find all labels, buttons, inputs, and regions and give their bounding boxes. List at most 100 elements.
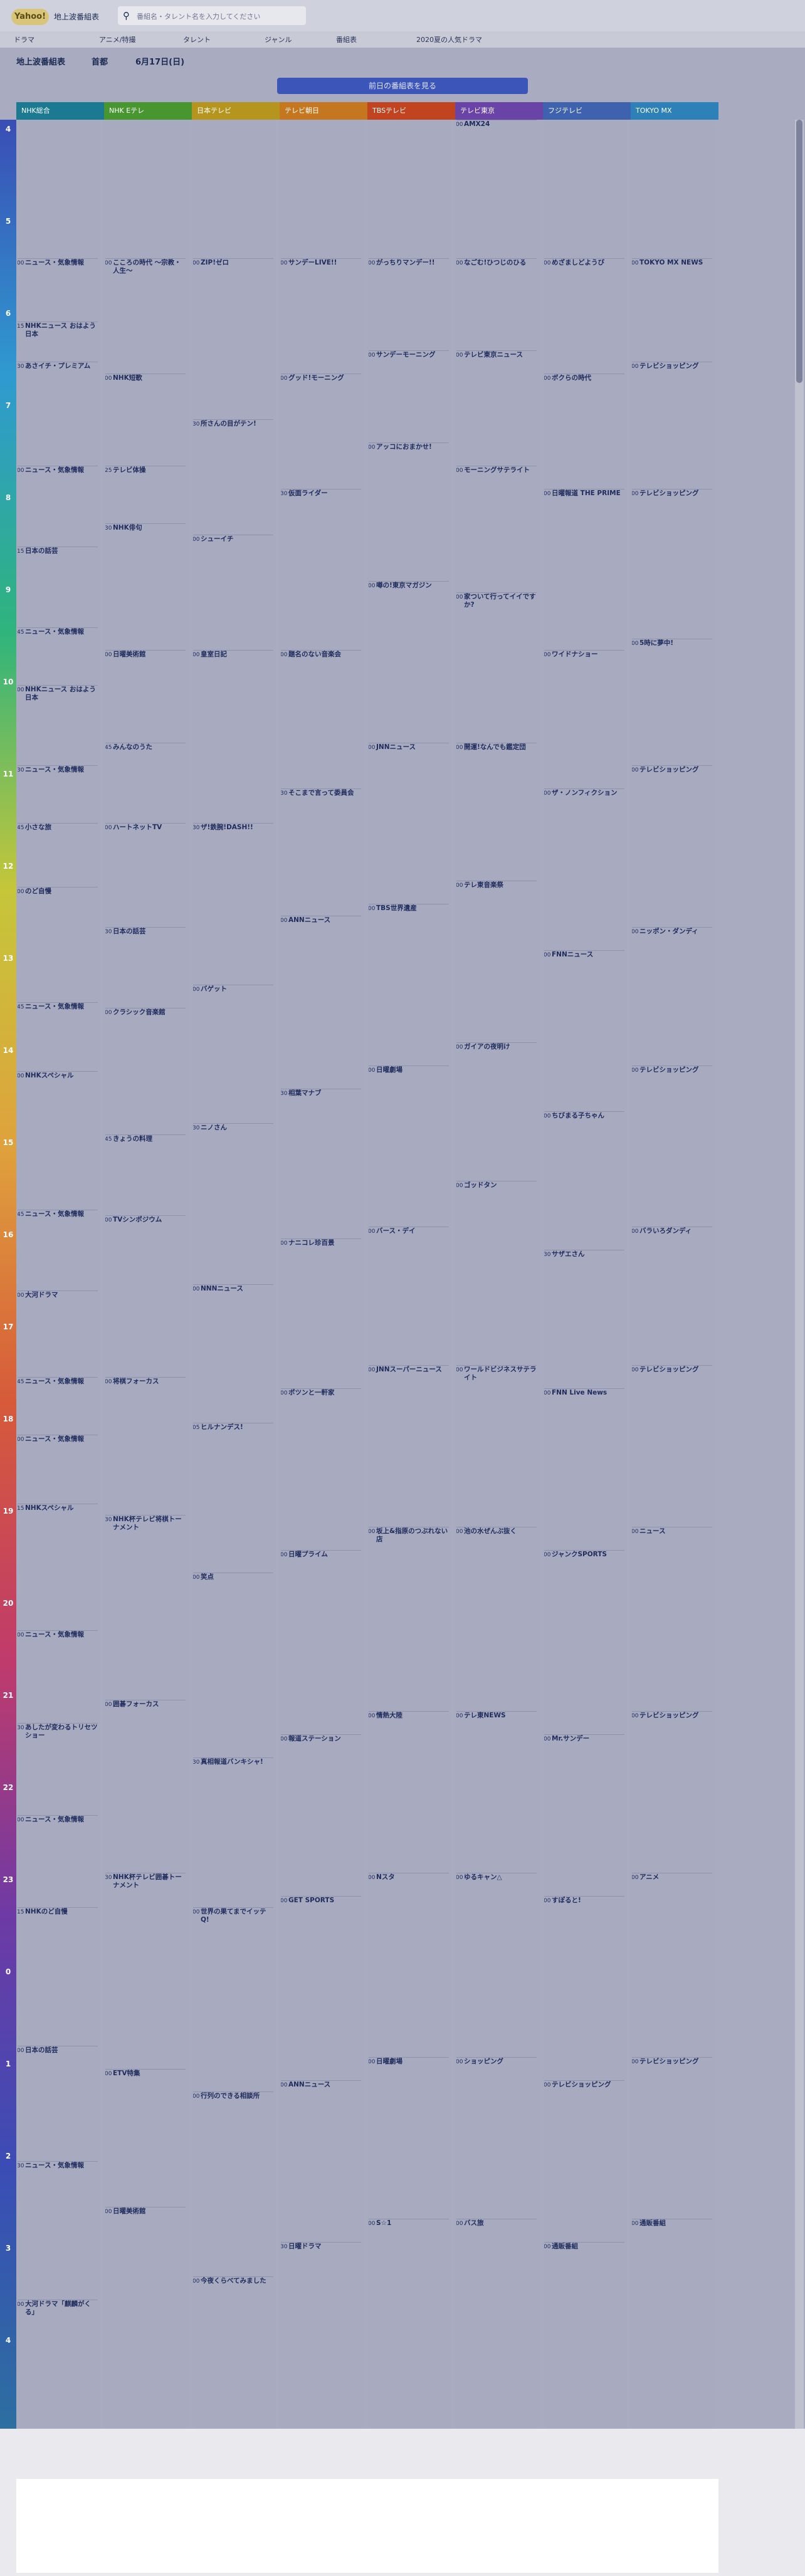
search-box[interactable]: ⚲ 番組名・タレント名を入力してください xyxy=(118,6,306,25)
program-cell[interactable]: 30 ニュース・気象情報 xyxy=(18,2160,98,2299)
nav-item-schedule[interactable]: 番組表 xyxy=(336,34,357,45)
program-cell[interactable]: 00 TOKYO MX NEWS xyxy=(632,258,712,362)
program-cell[interactable]: 00 アニメ xyxy=(632,1872,712,2056)
program-cell[interactable]: 00 ZIP!ゼロ xyxy=(193,258,273,419)
program-cell[interactable]: 00 のど自慢 xyxy=(18,886,98,1002)
program-cell[interactable]: 30 あさイチ・プレミアム xyxy=(18,362,98,465)
program-cell[interactable]: 00 ちびまる子ちゃん xyxy=(544,1111,624,1249)
channel-header[interactable]: 日本テレビ xyxy=(192,102,280,120)
program-cell[interactable]: 00 クラシック音楽館 xyxy=(105,1007,186,1134)
nav-item-talent[interactable]: タレント xyxy=(183,34,211,45)
program-cell[interactable]: 00 ニュース・気象情報 xyxy=(18,466,98,546)
program-cell[interactable]: 00 Mr.サンデー xyxy=(544,1734,624,1895)
channel-header[interactable]: TOKYO MX xyxy=(631,102,718,120)
program-cell[interactable]: 45 ニュース・気象情報 xyxy=(18,1209,98,1290)
program-cell[interactable]: 15 NHKニュース おはよう日本 xyxy=(18,322,98,361)
program-cell[interactable]: 30 ニノさん xyxy=(193,1123,273,1284)
program-cell[interactable]: 00 TBS世界遺産 xyxy=(369,904,449,1065)
prev-day-button[interactable]: 前日の番組表を見る xyxy=(277,78,528,94)
area-select[interactable]: 首都 xyxy=(92,55,108,67)
program-cell[interactable]: 00 テレビショッピング xyxy=(632,362,712,488)
program-cell[interactable]: 00 皇室日記 xyxy=(193,650,273,822)
program-cell[interactable]: 00 モーニングサテライト xyxy=(456,466,537,592)
program-cell[interactable]: 00 大河ドラマ xyxy=(18,1290,98,1376)
program-cell[interactable]: 45 みんなのうた xyxy=(105,742,186,823)
program-cell[interactable]: 00 NHKニュース おはよう日本 xyxy=(18,684,98,765)
program-cell[interactable]: 00 JNNスーパーニュース xyxy=(369,1365,449,1526)
program-cell[interactable]: 00 サンデーLIVE!! xyxy=(281,258,361,373)
channel-header[interactable]: NHK Eテレ xyxy=(104,102,192,120)
program-cell[interactable]: 00 サンデーモーニング xyxy=(369,350,449,442)
program-cell[interactable]: 00 情熱大陸 xyxy=(369,1711,449,1872)
program-cell[interactable]: 00 ニュース・気象情報 xyxy=(18,1630,98,1722)
program-cell[interactable]: 00 テレビショッピング xyxy=(632,765,712,926)
program-cell[interactable]: 00 笑点 xyxy=(193,1573,273,1756)
program-cell[interactable]: 00 アッコにおまかせ! xyxy=(369,442,449,580)
program-cell[interactable]: 00 FNN Live News xyxy=(544,1388,624,1549)
program-cell[interactable]: 00 家ついて行ってイイですか? xyxy=(456,592,537,741)
date-select[interactable]: 6月17日(日) xyxy=(135,55,184,67)
program-cell[interactable]: 15 NHKのど自慢 xyxy=(18,1907,98,2045)
program-cell[interactable]: 00 ショッピング xyxy=(456,2057,537,2218)
search-input[interactable]: 番組名・タレント名を入力してください xyxy=(137,11,260,21)
program-cell[interactable]: 00 テレビショッピング xyxy=(632,488,712,638)
channel-header[interactable]: NHK総合 xyxy=(16,102,104,120)
program-cell[interactable]: 00 NHKスペシャル xyxy=(18,1071,98,1209)
program-cell[interactable]: 00 テレビ東京ニュース xyxy=(456,350,537,465)
program-cell[interactable]: 00 めざましどようび xyxy=(544,258,624,373)
program-cell[interactable]: 00 AMX24 xyxy=(456,120,537,258)
program-cell[interactable]: 00 GET SPORTS xyxy=(281,1895,361,2080)
program-cell[interactable]: 00 日曜劇場 xyxy=(369,1065,449,1227)
program-cell[interactable]: 00 ニッポン・ダンディ xyxy=(632,927,712,1065)
program-cell[interactable]: 00 ゴッドタン xyxy=(456,1180,537,1364)
program-cell[interactable]: 25 テレビ体操 xyxy=(105,466,186,523)
program-cell[interactable]: 00 ETV特集 xyxy=(105,2068,186,2207)
program-cell[interactable]: 00 池の水ぜんぶ抜く xyxy=(456,1526,537,1710)
program-cell[interactable]: 00 すぽると! xyxy=(544,1895,624,2080)
program-cell[interactable]: 00 バース・デイ xyxy=(369,1227,449,1364)
program-cell[interactable]: 00 NHK短歌 xyxy=(105,373,186,465)
program-cell[interactable]: 00 日曜劇場 xyxy=(369,2057,449,2218)
program-cell[interactable]: 00 開運!なんでも鑑定団 xyxy=(456,742,537,881)
program-cell[interactable]: 00 ナニコレ珍百景 xyxy=(281,1238,361,1388)
program-cell[interactable]: 00 ハートネットTV xyxy=(105,823,186,926)
channel-header[interactable]: TBSテレビ xyxy=(367,102,455,120)
program-cell[interactable]: 30 NHK俳句 xyxy=(105,523,186,649)
scrollbar[interactable] xyxy=(795,120,804,2429)
channel-header[interactable]: テレビ東京 xyxy=(455,102,543,120)
program-cell[interactable]: 00 TVシンポジウム xyxy=(105,1215,186,1376)
program-cell[interactable]: 00 囲碁フォーカス xyxy=(105,1699,186,1872)
program-cell[interactable]: 30 そこまで言って委員会 xyxy=(281,788,361,914)
program-cell[interactable]: 00 ワールドビジネスサテライト xyxy=(456,1365,537,1526)
region-select[interactable]: 地上波番組表 xyxy=(16,55,65,67)
program-cell[interactable]: 00 ジャンクSPORTS xyxy=(544,1549,624,1734)
program-cell[interactable]: 00 報道ステーション xyxy=(281,1734,361,1895)
program-cell[interactable]: 00 ニュース xyxy=(632,1526,712,1710)
program-cell[interactable]: 00 テレ東NEWS xyxy=(456,1711,537,1872)
program-cell[interactable]: 00 テレビショッピング xyxy=(632,1365,712,1526)
program-cell[interactable]: 30 真相報道バンキシャ! xyxy=(193,1757,273,1907)
program-cell[interactable]: 30 ニュース・気象情報 xyxy=(18,765,98,822)
scrollbar-thumb[interactable] xyxy=(796,120,802,383)
program-cell[interactable]: 00 日本の話芸 xyxy=(18,2045,98,2160)
nav-item-drama[interactable]: ドラマ xyxy=(14,34,34,45)
program-cell[interactable]: 00 ボクらの時代 xyxy=(544,373,624,488)
program-cell[interactable]: 15 日本の話芸 xyxy=(18,546,98,627)
program-cell[interactable]: 30 相葉マナブ xyxy=(281,1088,361,1238)
program-cell[interactable]: 00 ニュース・気象情報 xyxy=(18,1814,98,1907)
program-cell[interactable]: 30 仮面ライダー xyxy=(281,488,361,650)
program-cell[interactable]: 30 サザエさん xyxy=(544,1250,624,1388)
program-cell[interactable]: 00 将棋フォーカス xyxy=(105,1376,186,1515)
site-logo[interactable]: Yahoo! xyxy=(11,9,49,25)
channel-header[interactable]: テレビ朝日 xyxy=(280,102,367,120)
program-cell[interactable]: 00 日曜プライム xyxy=(281,1549,361,1734)
program-cell[interactable]: 00 テレビショッピング xyxy=(544,2080,624,2241)
program-cell[interactable]: 00 ワイドナショー xyxy=(544,650,624,788)
program-cell[interactable]: 00 ニュース・気象情報 xyxy=(18,1434,98,1503)
program-cell[interactable]: 00 日曜美術館 xyxy=(105,650,186,741)
program-cell[interactable]: 00 Nスタ xyxy=(369,1872,449,2056)
program-cell[interactable]: 05 ヒルナンデス! xyxy=(193,1423,273,1572)
program-cell[interactable]: 00 テレビショッピング xyxy=(632,1065,712,1227)
nav-item-popular[interactable]: 2020夏の人気ドラマ xyxy=(416,34,482,45)
program-cell[interactable]: 30 ザ!鉄腕!DASH!! xyxy=(193,823,273,984)
